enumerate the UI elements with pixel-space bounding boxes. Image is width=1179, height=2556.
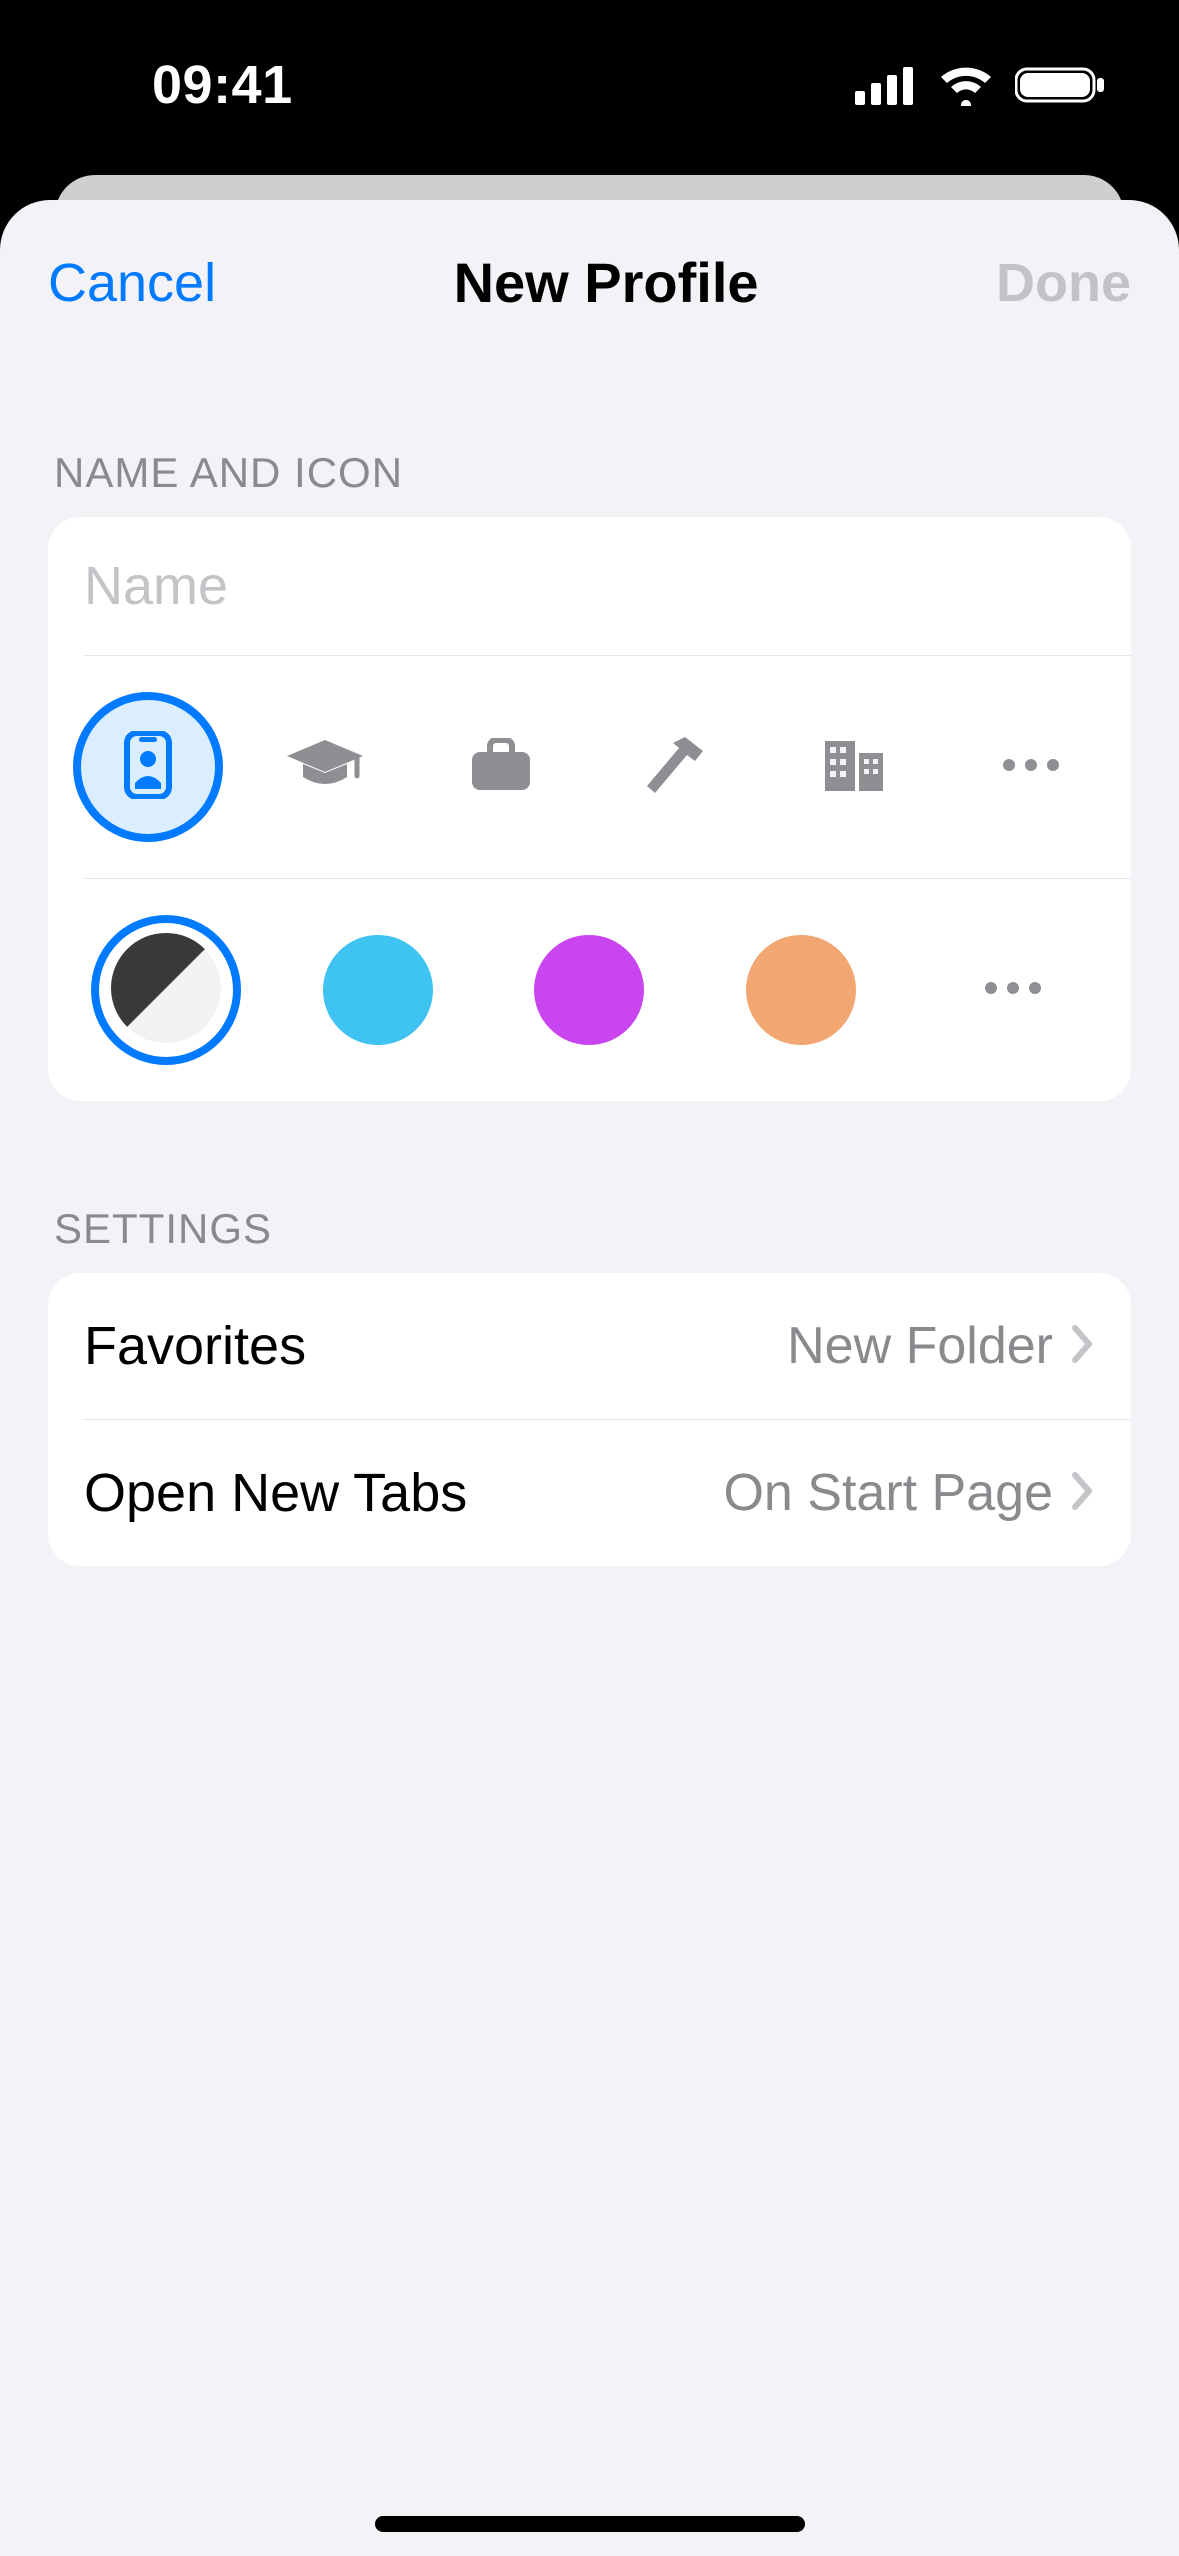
battery-icon bbox=[1015, 64, 1107, 106]
settings-row-favorites[interactable]: Favorites New Folder bbox=[48, 1273, 1131, 1419]
page-title: New Profile bbox=[454, 250, 759, 315]
icon-option-graduation[interactable] bbox=[250, 692, 400, 842]
done-button[interactable]: Done bbox=[996, 252, 1131, 314]
icon-option-building[interactable] bbox=[779, 692, 929, 842]
settings-value: On Start Page bbox=[723, 1463, 1053, 1523]
building-icon bbox=[821, 737, 887, 798]
ellipsis-icon bbox=[1001, 758, 1061, 777]
status-bar: 09:41 bbox=[0, 0, 1179, 170]
settings-row-open-new-tabs[interactable]: Open New Tabs On Start Page bbox=[48, 1420, 1131, 1566]
cellular-icon bbox=[855, 65, 917, 105]
nav-bar: Cancel New Profile Done bbox=[0, 200, 1179, 345]
modal-sheet: Cancel New Profile Done NAME AND ICON bbox=[0, 200, 1179, 2556]
color-option-two-tone[interactable] bbox=[91, 915, 241, 1065]
icon-picker-row bbox=[48, 656, 1131, 878]
section-header-settings: SETTINGS bbox=[48, 1101, 1131, 1273]
settings-label: Open New Tabs bbox=[84, 1462, 467, 1524]
color-swatch bbox=[746, 935, 856, 1045]
settings-label: Favorites bbox=[84, 1315, 306, 1377]
group-settings: Favorites New Folder Open New Tabs On St… bbox=[48, 1273, 1131, 1566]
hammer-icon bbox=[645, 733, 711, 802]
color-swatch bbox=[534, 935, 644, 1045]
briefcase-icon bbox=[470, 738, 532, 797]
wifi-icon bbox=[937, 64, 995, 106]
icon-option-briefcase[interactable] bbox=[426, 692, 576, 842]
status-icons bbox=[855, 64, 1107, 106]
group-name-and-icon bbox=[48, 517, 1131, 1101]
two-tone-swatch-icon bbox=[111, 933, 221, 1048]
section-header-name-icon: NAME AND ICON bbox=[48, 345, 1131, 517]
color-picker-row bbox=[48, 879, 1131, 1101]
profile-name-input[interactable] bbox=[84, 555, 1095, 617]
settings-value: New Folder bbox=[787, 1316, 1053, 1376]
icon-option-hammer[interactable] bbox=[603, 692, 753, 842]
color-option-orange[interactable] bbox=[726, 915, 876, 1065]
graduation-cap-icon bbox=[285, 738, 365, 797]
chevron-right-icon bbox=[1071, 1471, 1095, 1516]
ellipsis-icon bbox=[983, 981, 1043, 1000]
color-option-blue[interactable] bbox=[303, 915, 453, 1065]
name-row bbox=[48, 517, 1131, 655]
cancel-button[interactable]: Cancel bbox=[48, 252, 216, 314]
home-indicator bbox=[375, 2516, 805, 2532]
color-swatch bbox=[323, 935, 433, 1045]
status-time: 09:41 bbox=[72, 54, 293, 116]
icon-option-id-card[interactable] bbox=[73, 692, 223, 842]
color-option-purple[interactable] bbox=[514, 915, 664, 1065]
icon-option-more[interactable] bbox=[956, 692, 1106, 842]
color-option-more[interactable] bbox=[938, 915, 1088, 1065]
id-card-icon bbox=[123, 731, 173, 804]
chevron-right-icon bbox=[1071, 1324, 1095, 1369]
